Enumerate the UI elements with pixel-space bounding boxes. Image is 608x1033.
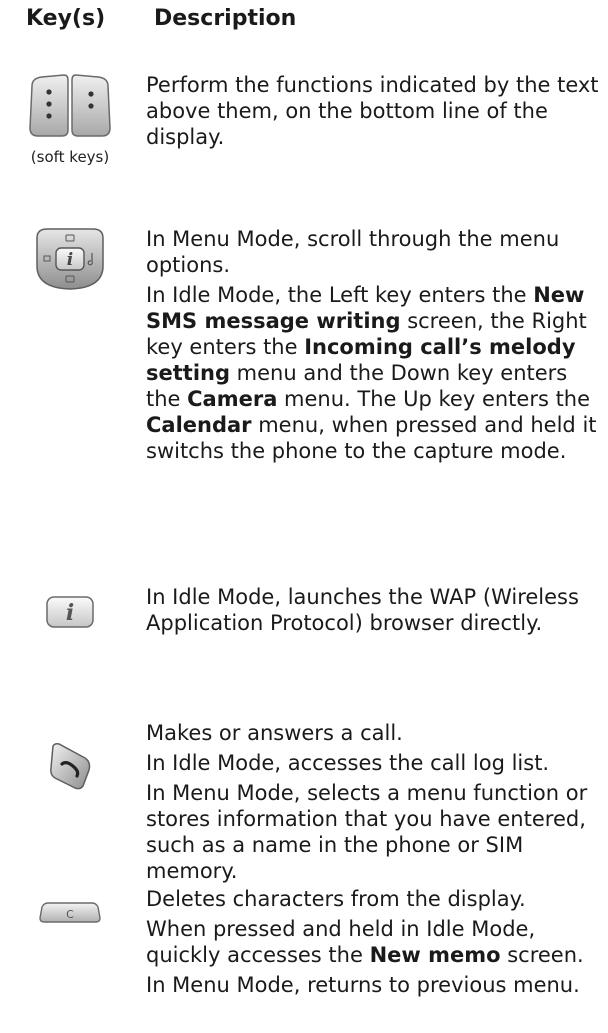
description-text: In Idle Mode, accesses the call log list… [146, 751, 550, 775]
row-description: Deletes characters from the display. When… [146, 886, 604, 1002]
navigation-keys-icon: i [36, 228, 104, 290]
description-text: Perform the functions indicated by the t… [146, 73, 599, 149]
description-text: menu. The Up key enters the [277, 387, 591, 411]
wap-info-key-icon: i [46, 596, 94, 628]
description-text: In Menu Mode, selects a menu function or… [146, 781, 588, 883]
row-description: Perform the functions indicated by the t… [146, 72, 604, 154]
description-text: In Idle Mode, launches the WAP (Wireless… [146, 585, 579, 635]
bold-term: Camera [187, 387, 278, 411]
row-description: Makes or answers a call. In Idle Mode, ac… [146, 720, 604, 888]
clear-key-letter: C [66, 908, 74, 921]
send-call-key-icon [50, 743, 91, 790]
svg-text:i: i [66, 600, 74, 626]
description-paragraph: When pressed and held in Idle Mode, quic… [146, 916, 604, 968]
description-text: In Menu Mode, scroll through the menu op… [146, 227, 560, 277]
svg-text:i: i [67, 250, 73, 270]
description-text: Deletes characters from the display. [146, 887, 526, 911]
description-paragraph: Deletes characters from the display. [146, 886, 604, 912]
key-cell [0, 720, 140, 792]
soft-keys-icon [29, 74, 111, 137]
clear-key-icon: C [39, 902, 101, 923]
description-paragraph: In Menu Mode, selects a menu function or… [146, 780, 604, 884]
key-cell: (soft keys) [0, 72, 140, 166]
key-cell: i [0, 584, 140, 630]
description-text: In Idle Mode, the Left key enters the [146, 283, 534, 307]
description-paragraph: In Idle Mode, the Left key enters the Ne… [146, 282, 604, 464]
description-text: Makes or answers a call. [146, 721, 403, 745]
header-description: Description [154, 6, 297, 31]
bold-term: Calendar [146, 413, 252, 437]
bold-term: New memo [369, 943, 501, 967]
description-paragraph: In Menu Mode, scroll through the menu op… [146, 226, 604, 278]
description-paragraph: In Idle Mode, accesses the call log list… [146, 750, 604, 776]
row-description: In Menu Mode, scroll through the menu op… [146, 226, 604, 468]
row-description: In Idle Mode, launches the WAP (Wireless… [146, 584, 604, 640]
description-text: screen. [500, 943, 584, 967]
key-cell: C [0, 886, 140, 926]
soft-keys-caption: (soft keys) [30, 148, 110, 166]
header-keys: Key(s) [26, 6, 106, 31]
key-cell: i [0, 226, 140, 292]
description-paragraph: In Idle Mode, launches the WAP (Wireless… [146, 584, 604, 636]
table-header: Key(s) Description [0, 6, 608, 36]
description-paragraph: Perform the functions indicated by the t… [146, 72, 604, 150]
description-paragraph: Makes or answers a call. [146, 720, 604, 746]
description-paragraph: In Menu Mode, returns to previous menu. [146, 972, 604, 998]
description-text: In Menu Mode, returns to previous menu. [146, 973, 580, 997]
